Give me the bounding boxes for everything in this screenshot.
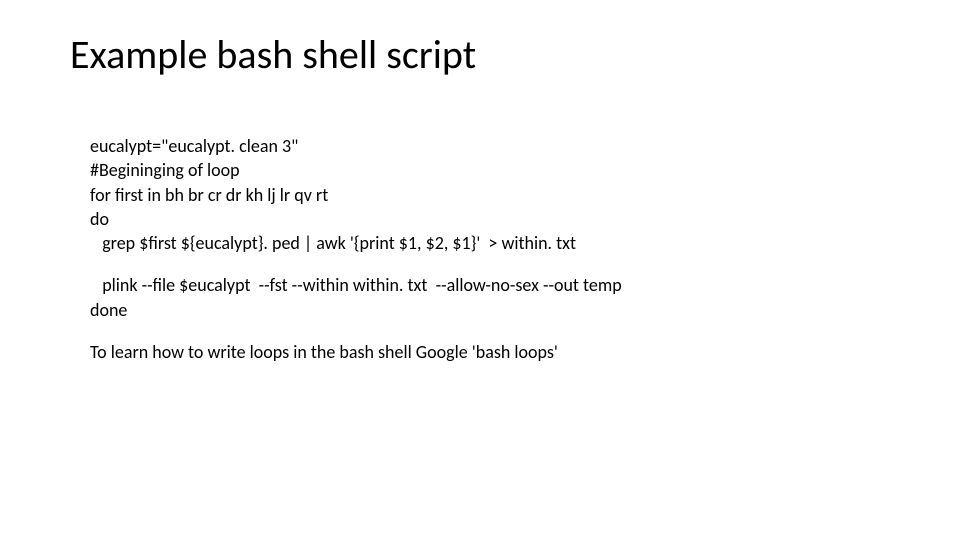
code-line-7: done xyxy=(90,298,900,322)
learn-line: To learn how to write loops in the bash … xyxy=(90,340,900,364)
slide-title: Example bash shell script xyxy=(70,30,900,79)
code-line-5: grep $first ${eucalypt}. ped | awk '{pri… xyxy=(90,231,900,255)
code-line-4: do xyxy=(90,207,900,231)
code-line-1: eucalypt="eucalypt. clean 3" xyxy=(90,134,900,158)
code-line-3: for first in bh br cr dr kh lj lr qv rt xyxy=(90,183,900,207)
blank-line xyxy=(90,255,900,273)
code-line-2: #Begininging of loop xyxy=(90,158,900,182)
code-line-6: plink --file $eucalypt --fst --within wi… xyxy=(90,273,900,297)
content-block: eucalypt="eucalypt. clean 3" #Beginingin… xyxy=(90,134,900,364)
